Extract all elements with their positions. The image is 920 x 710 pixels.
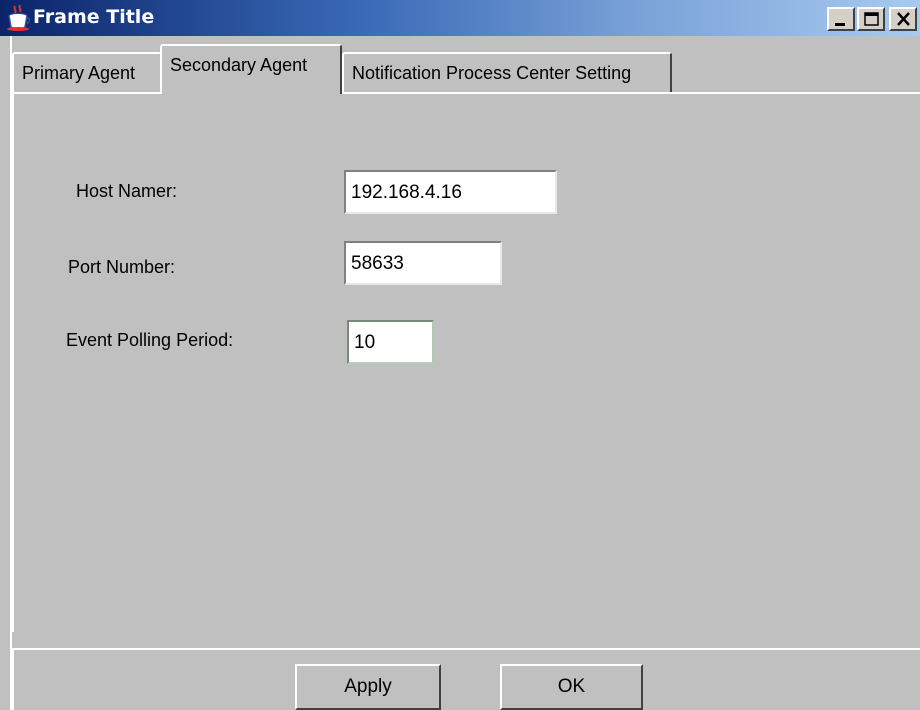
- minimize-icon: [835, 23, 845, 26]
- minimize-button[interactable]: [827, 7, 855, 31]
- tab-content-panel: [12, 92, 920, 632]
- tab-primary-agent-label: Primary Agent: [22, 63, 136, 83]
- java-coffee-cup-icon: [6, 4, 32, 32]
- ok-button[interactable]: OK: [500, 664, 643, 710]
- button-bar: [12, 648, 920, 710]
- apply-button[interactable]: Apply: [295, 664, 441, 710]
- title-bar[interactable]: Frame Title: [0, 0, 920, 36]
- maximize-icon: [864, 12, 879, 26]
- tab-secondary-agent[interactable]: Secondary Agent: [160, 44, 342, 94]
- tab-primary-agent[interactable]: Primary Agent: [12, 52, 162, 92]
- app-window: Frame Title Primary Agent Secondary Agen…: [0, 0, 920, 710]
- tab-secondary-agent-label: Secondary Agent: [170, 55, 308, 75]
- maximize-button[interactable]: [857, 7, 885, 31]
- tab-notification-process-center-setting[interactable]: Notification Process Center Setting: [342, 52, 672, 92]
- tab-notification-label: Notification Process Center Setting: [352, 63, 632, 83]
- close-button[interactable]: [889, 7, 917, 31]
- close-icon: [897, 12, 910, 26]
- window-title: Frame Title: [33, 6, 155, 28]
